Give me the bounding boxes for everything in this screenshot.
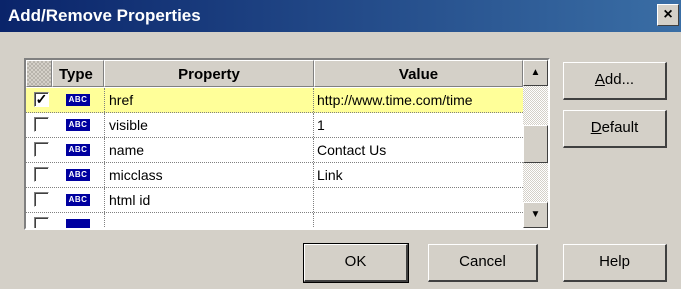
string-type-icon: ABC: [66, 194, 90, 206]
string-type-icon: ABC: [66, 119, 90, 131]
header-corner: [26, 60, 52, 87]
property-name: visible: [104, 113, 314, 137]
string-type-icon: ABC: [66, 94, 90, 106]
property-value[interactable]: Link: [314, 163, 523, 187]
property-name: [104, 213, 314, 228]
row-checkbox[interactable]: [34, 117, 49, 132]
vertical-scrollbar[interactable]: ▲ ▼: [523, 60, 548, 228]
table-row[interactable]: ABC html id: [26, 188, 523, 213]
string-type-icon: [66, 219, 90, 228]
dialog-title: Add/Remove Properties: [8, 6, 201, 25]
row-checkbox[interactable]: [34, 192, 49, 207]
table-row[interactable]: ABC visible 1: [26, 113, 523, 138]
grid-header: Type Property Value: [26, 60, 523, 87]
column-header-property[interactable]: Property: [104, 60, 314, 87]
close-icon[interactable]: ×: [657, 4, 679, 26]
property-value[interactable]: http://www.time.com/time: [314, 88, 523, 112]
scroll-up-icon[interactable]: ▲: [523, 60, 548, 86]
property-name: html id: [104, 188, 314, 212]
checkmark-icon: ✓: [35, 91, 48, 107]
properties-grid: Type Property Value ✓ ABC href http://ww…: [24, 58, 550, 230]
property-value[interactable]: 1: [314, 113, 523, 137]
row-checkbox[interactable]: ✓: [34, 92, 49, 107]
row-checkbox[interactable]: [34, 217, 49, 228]
table-row[interactable]: ✓ ABC href http://www.time.com/time: [26, 88, 523, 113]
table-row-partial[interactable]: [26, 213, 523, 228]
table-row[interactable]: ABC name Contact Us: [26, 138, 523, 163]
cancel-button[interactable]: Cancel: [428, 244, 538, 282]
table-row[interactable]: ABC micclass Link: [26, 163, 523, 188]
property-name: name: [104, 138, 314, 162]
column-header-type[interactable]: Type: [52, 60, 104, 87]
column-header-value[interactable]: Value: [314, 60, 523, 87]
property-name: micclass: [104, 163, 314, 187]
ok-button[interactable]: OK: [303, 243, 409, 283]
property-value[interactable]: [314, 213, 523, 228]
row-checkbox[interactable]: [34, 167, 49, 182]
property-value[interactable]: Contact Us: [314, 138, 523, 162]
string-type-icon: ABC: [66, 144, 90, 156]
default-button-label: efault: [601, 119, 639, 136]
scroll-down-icon[interactable]: ▼: [523, 202, 548, 228]
add-button-label: dd...: [604, 71, 635, 88]
help-button[interactable]: Help: [563, 244, 667, 282]
row-checkbox[interactable]: [34, 142, 49, 157]
default-button-mnemonic: D: [590, 119, 602, 136]
title-bar: Add/Remove Properties ×: [0, 0, 681, 32]
default-button[interactable]: Default: [563, 110, 667, 148]
scroll-thumb[interactable]: [523, 125, 548, 163]
property-value[interactable]: [314, 188, 523, 212]
add-button[interactable]: Add...: [563, 62, 667, 100]
string-type-icon: ABC: [66, 169, 90, 181]
property-name: href: [104, 88, 314, 112]
add-button-mnemonic: A: [594, 71, 605, 88]
